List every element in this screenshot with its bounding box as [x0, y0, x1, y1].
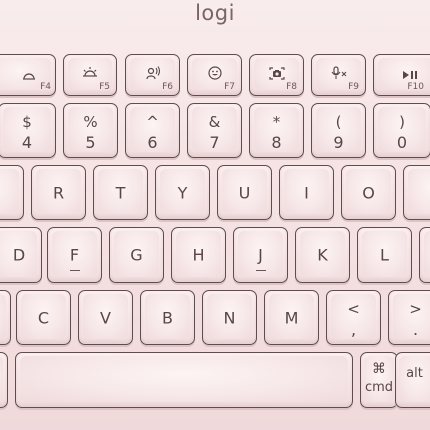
key-legend: V	[100, 308, 111, 327]
key-6[interactable]: ^ 6	[125, 103, 180, 158]
dictation-key[interactable]: F6	[125, 54, 180, 96]
key-legend: N	[223, 308, 236, 327]
key-h[interactable]: H	[171, 227, 226, 283]
brightness-down-icon	[23, 73, 35, 80]
key-0[interactable]: ) 0	[373, 103, 430, 158]
homing-bump	[255, 270, 266, 271]
key-m[interactable]: M	[264, 290, 319, 345]
screenshot-icon	[268, 67, 285, 80]
partial-key-left	[0, 165, 24, 220]
key-legend: F	[69, 245, 80, 265]
fn-label: F7	[224, 82, 235, 92]
play-pause-icon	[403, 71, 417, 79]
key-legend: H	[192, 245, 205, 265]
homing-bump	[69, 270, 80, 271]
key-i[interactable]: I	[279, 165, 334, 220]
key-d[interactable]: D	[0, 227, 42, 283]
key-legend: I	[304, 183, 309, 202]
emoji-key[interactable]: F7	[187, 54, 242, 96]
key-v[interactable]: V	[78, 290, 133, 345]
key-j[interactable]: J	[233, 227, 288, 283]
key-8[interactable]: * 8	[249, 103, 304, 158]
key-legend: 6	[147, 133, 158, 152]
key-legend: 4	[21, 133, 33, 152]
key-u[interactable]: U	[217, 165, 272, 220]
key-f[interactable]: F	[47, 227, 102, 283]
key-5[interactable]: % 5	[63, 103, 118, 158]
fn-label: F6	[162, 82, 173, 92]
key-legend: T	[115, 183, 126, 202]
key-n[interactable]: N	[202, 290, 257, 345]
dictation-icon	[145, 66, 160, 80]
key-legend: 7	[209, 133, 220, 152]
key-legend: alt	[406, 366, 423, 381]
key-shift-legend: (	[335, 113, 342, 131]
key-period[interactable]: > .	[388, 290, 430, 345]
brightness-up-icon	[83, 67, 97, 77]
key-legend: 5	[85, 133, 96, 152]
key-legend: R	[52, 183, 65, 202]
partial-key-left	[0, 290, 11, 345]
key-b[interactable]: B	[140, 290, 195, 345]
key-o[interactable]: O	[341, 165, 396, 220]
key-legend: O	[362, 183, 375, 202]
key-shift-legend: *	[272, 113, 281, 131]
fn-label: F8	[286, 82, 297, 92]
keyboard-photo: logi F4 F5 F6 F7 F8 F9 F10 $ 4 % 5 ^ 6 &…	[0, 0, 430, 430]
key-legend: L	[380, 245, 389, 265]
key-legend: 0	[396, 133, 408, 152]
key-4[interactable]: $ 4	[0, 103, 56, 158]
key-legend: B	[162, 308, 173, 327]
key-shift-legend: >	[409, 300, 422, 318]
key-shift-legend: <	[347, 300, 360, 318]
screenshot-key[interactable]: F8	[249, 54, 304, 96]
key-shift-legend: $	[22, 113, 32, 131]
partial-key-right	[419, 227, 430, 283]
key-shift-legend: ^	[146, 113, 159, 131]
partial-key-left: F4	[0, 54, 56, 96]
emoji-icon	[207, 66, 222, 80]
fn-label: F9	[348, 82, 359, 92]
key-shift-legend: %	[83, 113, 98, 131]
key-l[interactable]: L	[357, 227, 412, 283]
fn-label: F10	[407, 82, 424, 92]
key-legend: M	[284, 308, 299, 327]
key-legend: U	[238, 183, 251, 202]
key-r[interactable]: R	[31, 165, 86, 220]
key-c[interactable]: C	[16, 290, 71, 345]
logitech-logo: logi	[195, 1, 235, 25]
key-legend: J	[258, 245, 263, 265]
key-legend: C	[37, 308, 50, 327]
key-legend: .	[412, 320, 419, 339]
key-legend: K	[317, 245, 328, 265]
brightness-up-key[interactable]: F5	[63, 54, 117, 96]
mic-mute-key[interactable]: F9	[311, 54, 366, 96]
fn-label: F4	[40, 82, 51, 92]
key-legend: D	[12, 245, 26, 265]
spacebar[interactable]	[15, 352, 353, 408]
key-k[interactable]: K	[295, 227, 350, 283]
key-legend: G	[130, 245, 143, 265]
key-t[interactable]: T	[93, 165, 148, 220]
key-legend: cmd	[364, 380, 394, 395]
key-g[interactable]: G	[109, 227, 164, 283]
partial-key-right	[403, 165, 430, 220]
key-y[interactable]: Y	[155, 165, 210, 220]
key-comma[interactable]: < ,	[326, 290, 381, 345]
play-pause-key[interactable]: F10	[373, 54, 430, 96]
key-legend: 8	[271, 133, 282, 152]
mic-mute-icon	[331, 66, 346, 79]
partial-key-left	[0, 352, 8, 408]
key-9[interactable]: ( 9	[311, 103, 366, 158]
alt-key[interactable]: alt	[395, 352, 430, 408]
key-legend: Y	[177, 183, 188, 202]
fn-label: F5	[99, 82, 110, 92]
key-legend: 9	[333, 133, 344, 152]
key-shift-legend: &	[208, 113, 221, 131]
key-7[interactable]: & 7	[187, 103, 242, 158]
key-shift-legend: )	[399, 113, 405, 131]
key-legend: ,	[350, 320, 357, 339]
